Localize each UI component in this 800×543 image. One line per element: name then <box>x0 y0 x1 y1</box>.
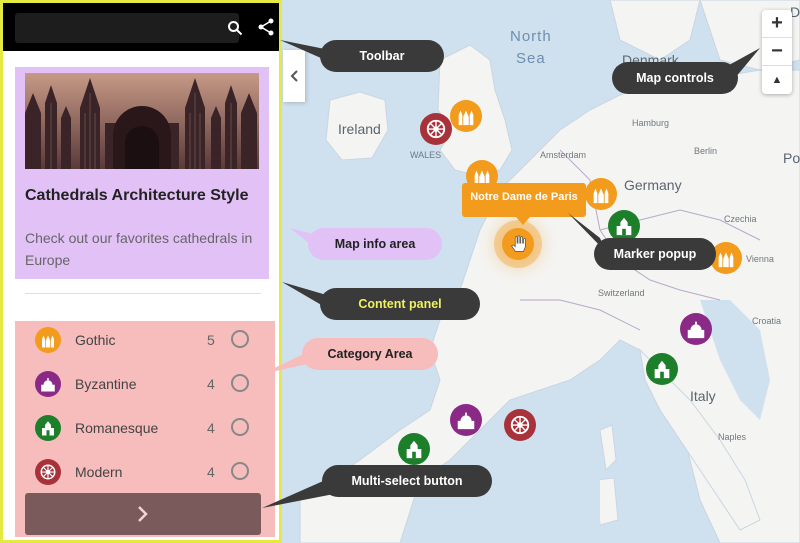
romanesque-church-icon <box>654 360 670 379</box>
byzantine-church-icon <box>457 412 475 430</box>
cathedral-image <box>25 73 259 169</box>
map-controls: + − ▲ <box>762 10 792 94</box>
callout-category-area: Category Area <box>302 338 438 370</box>
romanesque-marker[interactable] <box>646 353 678 385</box>
multi-select-button[interactable] <box>25 493 261 535</box>
category-row-byzantine[interactable]: Byzantine 4 <box>15 365 269 405</box>
info-title: Cathedrals Architecture Style <box>25 187 249 204</box>
modern-rose-window-icon <box>426 119 446 139</box>
map-label-naples: Naples <box>718 432 747 442</box>
map-label-po: Po <box>783 150 800 166</box>
callout-toolbar: Toolbar <box>320 40 444 72</box>
category-count: 4 <box>207 420 215 436</box>
map-label-germany: Germany <box>624 177 682 193</box>
chevron-left-icon <box>290 70 298 82</box>
map-label-wales: WALES <box>410 150 442 160</box>
byzantine-church-icon <box>687 321 705 339</box>
callout-multi-select-button: Multi-select button <box>322 465 492 497</box>
romanesque-church-icon <box>616 217 632 236</box>
map-label-north-sea: North Sea <box>510 28 552 67</box>
hand-cursor-icon <box>511 235 526 252</box>
search-input[interactable] <box>15 13 211 43</box>
gothic-cathedral-icon <box>593 188 609 204</box>
callout-marker-popup: Marker popup <box>594 238 716 270</box>
byzantine-marker[interactable] <box>680 313 712 345</box>
category-count: 4 <box>207 464 215 480</box>
map-label-italy: Italy <box>690 388 716 404</box>
category-label: Romanesque <box>75 420 159 436</box>
content-panel: Cathedrals Architecture Style Check out … <box>0 0 282 543</box>
zoom-out-button[interactable]: − <box>762 38 792 66</box>
map-label-ireland: Ireland <box>338 121 381 137</box>
callout-map-info-area: Map info area <box>308 228 442 260</box>
map-label-hamburg: Hamburg <box>632 118 670 128</box>
compass-button[interactable]: ▲ <box>762 66 792 94</box>
search-box <box>15 13 243 43</box>
gothic-marker[interactable] <box>450 100 482 132</box>
category-count: 5 <box>207 332 215 348</box>
chevron-right-icon <box>138 506 148 522</box>
map-info-area: Cathedrals Architecture Style Check out … <box>15 67 269 279</box>
gothic-cathedral-icon <box>458 110 474 126</box>
map-label-czechia: Czechia <box>724 214 757 224</box>
category-label: Modern <box>75 464 123 480</box>
map-label-amsterdam: Amsterdam <box>540 150 587 160</box>
share-icon[interactable] <box>258 18 274 36</box>
modern-marker[interactable] <box>420 113 452 145</box>
category-count: 4 <box>207 376 215 392</box>
byzantine-church-icon <box>35 371 61 397</box>
toolbar <box>3 3 279 51</box>
modern-rose-window-icon <box>510 415 530 435</box>
category-label: Gothic <box>75 332 116 348</box>
map-label-croatia: Croatia <box>752 316 782 326</box>
info-description: Check out our favorites cathedrals in Eu… <box>25 230 253 268</box>
divider <box>25 293 261 294</box>
collapse-panel-button[interactable] <box>283 50 305 102</box>
modern-marker[interactable] <box>504 409 536 441</box>
map-label-vienna: Vienna <box>746 254 774 264</box>
byzantine-marker[interactable] <box>450 404 482 436</box>
category-radio[interactable] <box>231 374 249 392</box>
category-radio[interactable] <box>231 462 249 480</box>
category-row-modern[interactable]: Modern 4 <box>15 453 269 493</box>
category-radio[interactable] <box>231 330 249 348</box>
category-label: Byzantine <box>75 376 137 392</box>
romanesque-church-icon <box>406 440 422 459</box>
map-label-berlin: Berlin <box>694 146 718 156</box>
callout-content-panel: Content panel <box>320 288 480 320</box>
gothic-marker-active[interactable] <box>502 228 534 260</box>
category-row-romanesque[interactable]: Romanesque 4 <box>15 409 269 449</box>
category-row-gothic[interactable]: Gothic 5 <box>15 321 269 361</box>
romanesque-church-icon <box>35 415 61 441</box>
gothic-marker[interactable] <box>585 178 617 210</box>
modern-rose-window-icon <box>35 459 61 485</box>
category-radio[interactable] <box>231 418 249 436</box>
gothic-cathedral-icon <box>35 327 61 353</box>
map-label-switzerland: Switzerland <box>598 288 645 298</box>
zoom-in-button[interactable]: + <box>762 10 792 38</box>
marker-popup[interactable]: Notre Dame de Paris <box>462 183 586 225</box>
romanesque-marker[interactable] <box>398 433 430 465</box>
search-icon[interactable] <box>227 20 243 36</box>
callout-map-controls: Map controls <box>612 62 738 94</box>
gothic-cathedral-icon <box>718 252 734 268</box>
